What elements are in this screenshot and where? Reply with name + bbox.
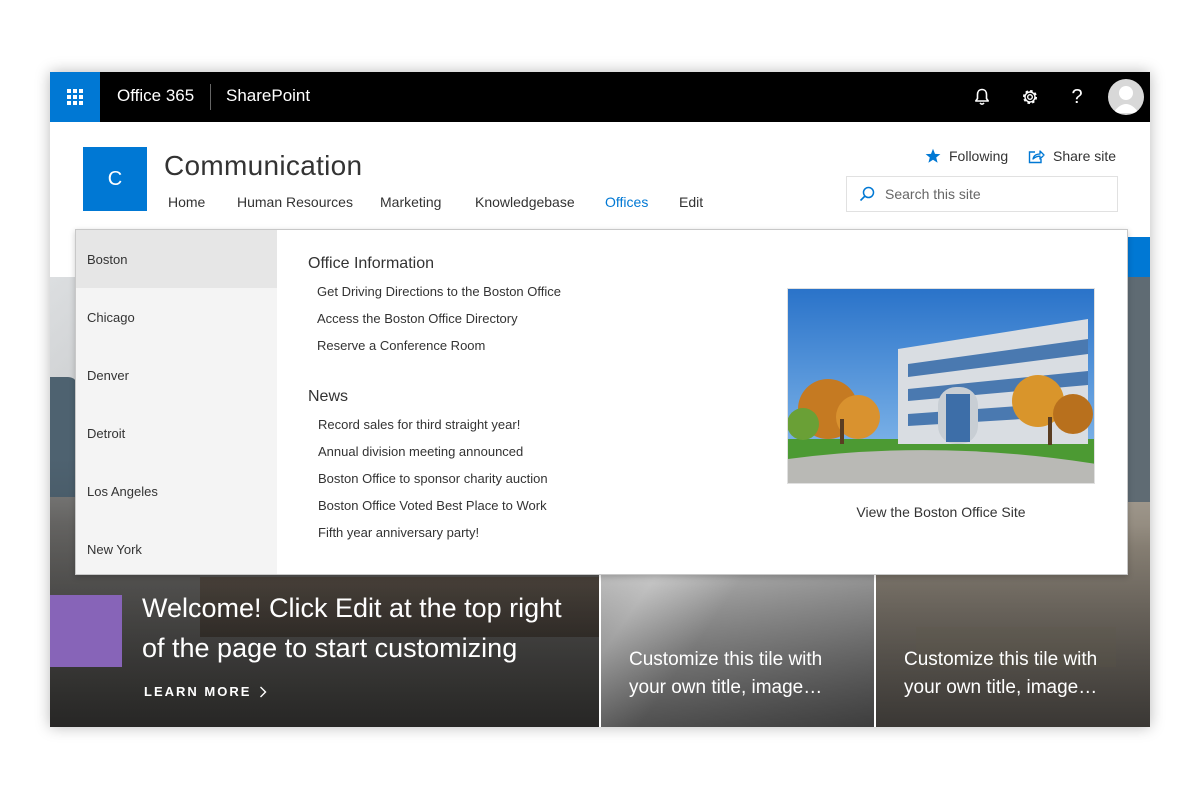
sharepoint-window: Office 365 SharePoint ? C Communication … [50,72,1150,727]
news-link[interactable]: Boston Office to sponsor charity auction [318,470,548,488]
city-item-denver[interactable]: Denver [76,346,277,404]
tile-2-caption[interactable]: Customize this tile with your own title,… [904,646,1134,702]
sharepoint-app-name[interactable]: SharePoint [226,86,310,106]
news-link[interactable]: Record sales for third straight year! [318,416,520,434]
search-input[interactable] [885,186,1105,202]
city-item-boston[interactable]: Boston [76,230,277,288]
waffle-icon [67,89,83,105]
following-label: Following [949,148,1009,164]
tile-1-caption[interactable]: Customize this tile with your own title,… [629,646,859,702]
learn-more-label: LEARN MORE [144,684,252,699]
share-site-button[interactable]: Share site [1028,148,1116,164]
question-mark-icon: ? [1071,86,1083,108]
bell-icon [975,88,989,105]
nav-edit[interactable]: Edit [679,193,703,211]
hero-tile-top-right [1128,277,1150,502]
help-button[interactable]: ? [1065,85,1089,109]
offices-mega-menu: Boston Chicago Denver Detroit Los Angele… [75,229,1128,575]
learn-more-link[interactable]: LEARN MORE [144,684,267,699]
news-link[interactable]: Annual division meeting announced [318,443,523,461]
share-icon [1028,149,1045,163]
site-title[interactable]: Communication [164,149,362,183]
nav-offices[interactable]: Offices [605,193,648,211]
news-heading: News [308,388,349,405]
nav-human-resources[interactable]: Human Resources [237,193,353,211]
suite-divider [210,84,211,110]
site-logo[interactable]: C [83,147,147,211]
app-launcher-button[interactable] [50,72,100,122]
office-info-link[interactable]: Reserve a Conference Room [317,337,485,355]
office365-brand[interactable]: Office 365 [117,86,194,106]
office-information-heading: Office Information [308,255,434,272]
hero-title[interactable]: Welcome! Click Edit at the top right of … [142,588,582,668]
accent-bar [1128,237,1150,277]
settings-button[interactable] [1018,85,1042,109]
news-link[interactable]: Fifth year anniversary party! [318,524,479,542]
view-office-site-link[interactable]: View the Boston Office Site [787,504,1095,520]
city-item-chicago[interactable]: Chicago [76,288,277,346]
city-list: Boston Chicago Denver Detroit Los Angele… [76,230,277,574]
following-button[interactable]: Following [925,148,1008,164]
city-item-new-york[interactable]: New York [76,520,277,578]
share-site-label: Share site [1053,148,1117,164]
suite-bar: Office 365 SharePoint ? [50,72,1150,122]
hero-color-block [50,595,122,667]
nav-home[interactable]: Home [168,193,205,211]
nav-knowledgebase[interactable]: Knowledgebase [475,193,575,211]
office-info-link[interactable]: Get Driving Directions to the Boston Off… [317,283,561,301]
notifications-button[interactable] [970,85,994,109]
person-icon [1113,86,1139,113]
gear-icon [1023,90,1037,104]
search-icon [859,186,875,202]
chevron-right-icon [260,686,267,697]
nav-marketing[interactable]: Marketing [380,193,441,211]
star-icon [925,148,941,163]
city-item-los-angeles[interactable]: Los Angeles [76,462,277,520]
news-link[interactable]: Boston Office Voted Best Place to Work [318,497,547,515]
boston-office-photo[interactable] [787,288,1095,484]
office-info-link[interactable]: Access the Boston Office Directory [317,310,518,328]
site-search-box[interactable] [846,176,1118,212]
office-building-image [788,289,1094,483]
city-item-detroit[interactable]: Detroit [76,404,277,462]
user-avatar[interactable] [1108,79,1144,115]
